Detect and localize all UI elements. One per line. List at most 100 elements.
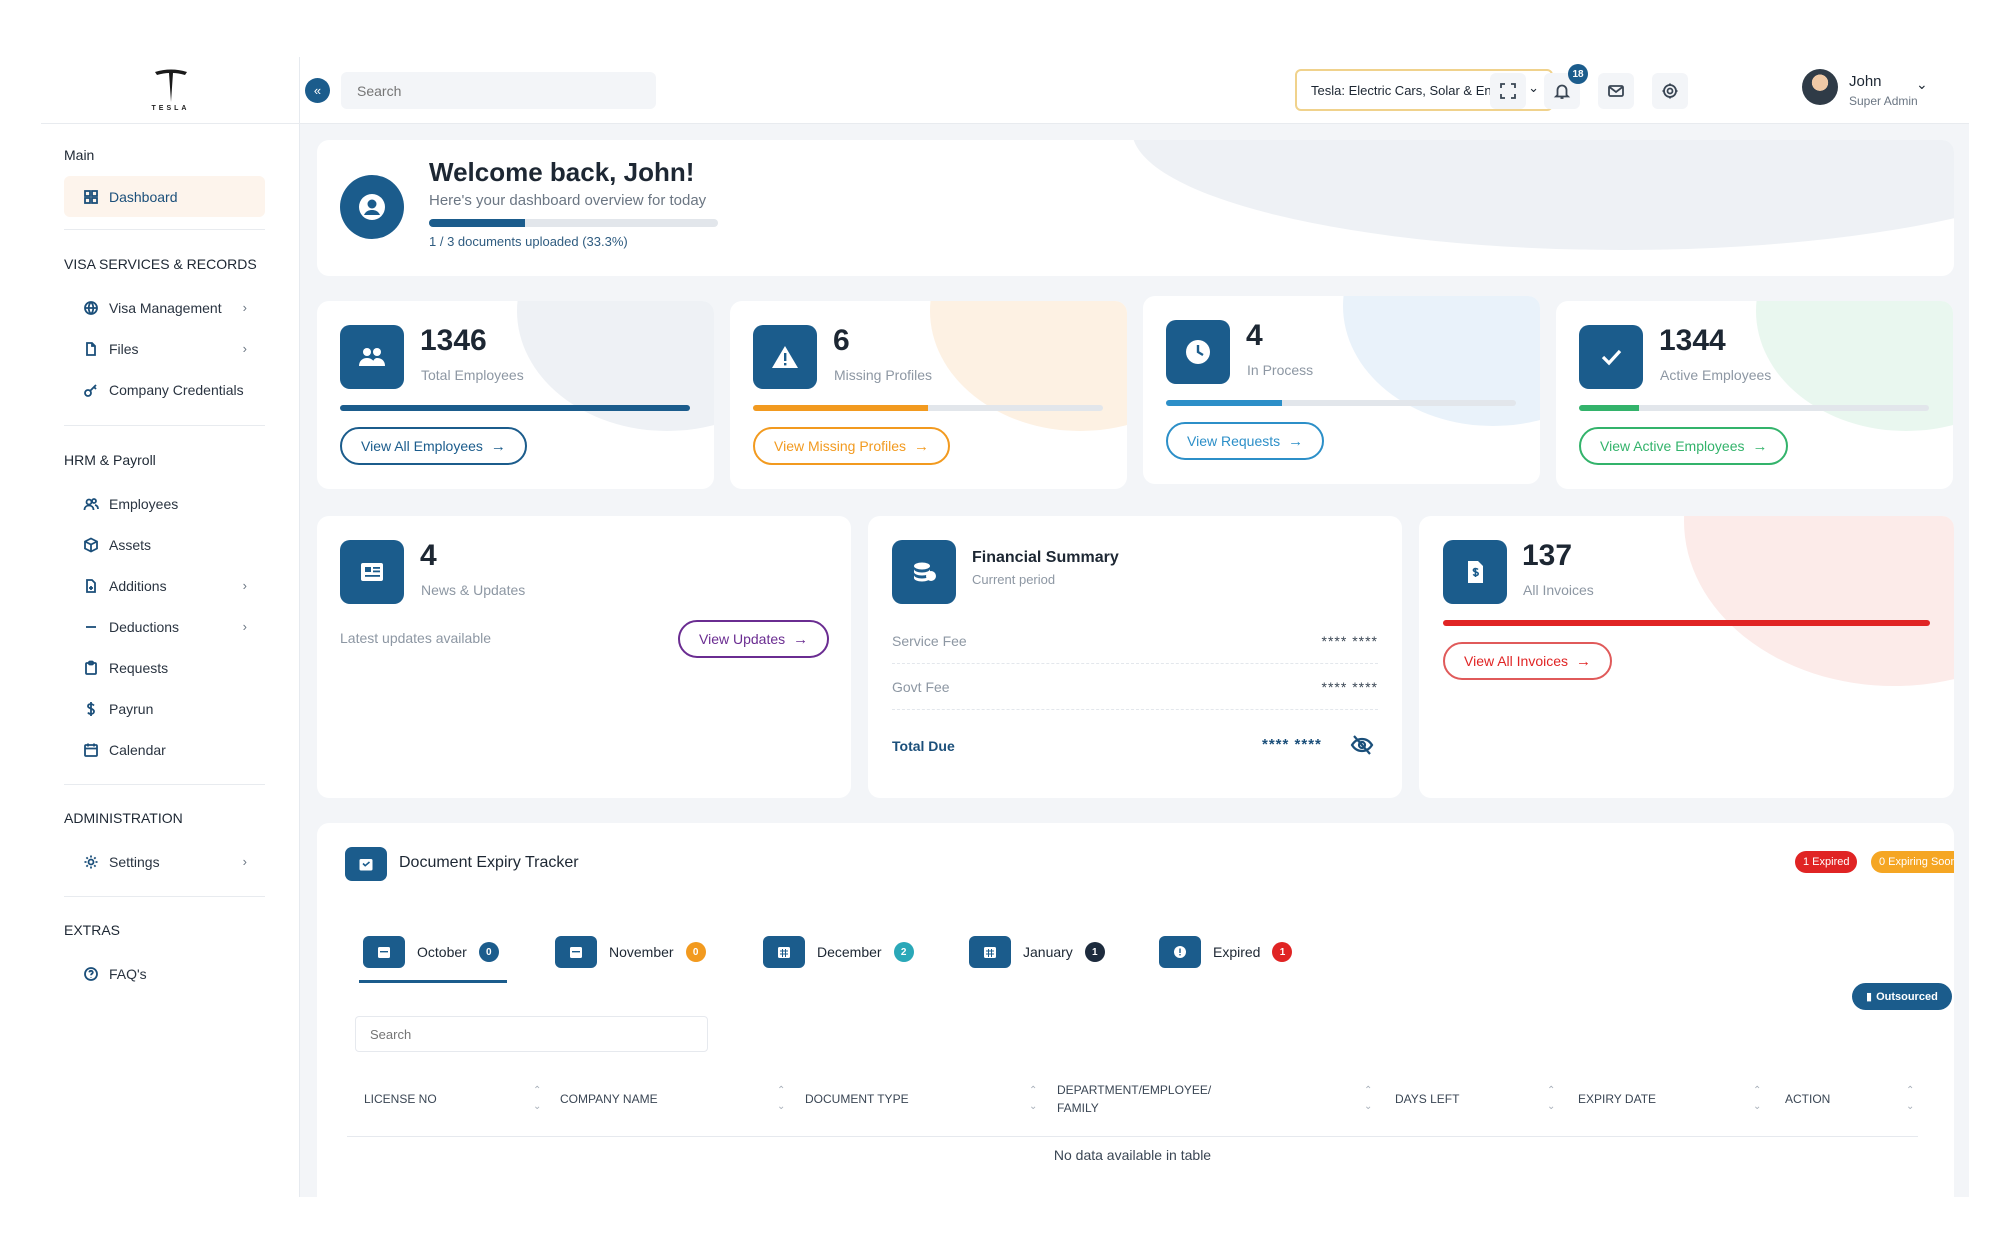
users-icon bbox=[340, 325, 404, 389]
invoices-card: 137 All Invoices View All Invoices → bbox=[1419, 516, 1954, 798]
chevron-right-icon: › bbox=[242, 341, 247, 356]
stat-progress-bar bbox=[1443, 620, 1930, 626]
outsourced-button[interactable]: ▮ Outsourced bbox=[1852, 983, 1952, 1010]
sidebar-item-visa-management[interactable]: Visa Management › bbox=[64, 287, 265, 328]
chevron-down-icon[interactable]: ⌄ bbox=[1916, 76, 1928, 93]
sort-icon[interactable]: ⌃ ⌄ bbox=[1364, 1063, 1372, 1135]
stat-card-in-process: 4 In Process View Requests → bbox=[1143, 296, 1540, 484]
stat-value: 137 bbox=[1522, 539, 1573, 572]
sidebar-item-label: Payrun bbox=[109, 700, 154, 717]
arrow-right-icon: → bbox=[1752, 437, 1768, 455]
arrow-right-icon: → bbox=[1576, 652, 1592, 670]
sidebar-item-employees[interactable]: Employees bbox=[64, 483, 265, 524]
view-updates-button[interactable]: View Updates → bbox=[678, 620, 830, 658]
tab-november[interactable]: November 0 bbox=[555, 935, 706, 969]
toggle-visibility-button[interactable] bbox=[1348, 731, 1376, 759]
sidebar-item-payrun[interactable]: Payrun bbox=[64, 688, 265, 729]
clock-icon bbox=[1166, 320, 1230, 384]
messages-button[interactable] bbox=[1598, 73, 1634, 109]
sidebar-item-requests[interactable]: Requests bbox=[64, 647, 265, 688]
tab-label: January bbox=[1023, 944, 1073, 960]
sidebar-item-label: Company Credentials bbox=[109, 381, 244, 398]
row-label: Service Fee bbox=[892, 632, 967, 649]
brand-logo[interactable]: TESLA bbox=[41, 57, 300, 124]
gear-icon bbox=[1662, 83, 1678, 99]
stat-progress-fill bbox=[753, 405, 928, 411]
chevron-right-icon: › bbox=[242, 300, 247, 315]
stat-label: All Invoices bbox=[1523, 582, 1594, 598]
column-header-license-no[interactable]: License No bbox=[364, 1063, 437, 1135]
column-header-company-name[interactable]: Company Name bbox=[560, 1063, 658, 1135]
invoice-icon bbox=[1443, 540, 1507, 604]
welcome-subtitle: Here's your dashboard overview for today bbox=[429, 192, 707, 209]
sort-icon[interactable]: ⌃ ⌄ bbox=[1547, 1063, 1555, 1135]
app-window: TESLA Main Dashboard VISA SERVICES & REC… bbox=[41, 57, 1969, 1197]
financial-summary-title: Financial Summary bbox=[972, 549, 1119, 566]
stat-value: 1344 bbox=[1659, 324, 1726, 357]
user-avatar[interactable] bbox=[1802, 69, 1838, 105]
sidebar-item-additions[interactable]: Additions › bbox=[64, 565, 265, 606]
globe-icon bbox=[84, 300, 98, 315]
tab-december[interactable]: December 2 bbox=[763, 935, 914, 969]
sidebar-item-company-credentials[interactable]: Company Credentials bbox=[64, 369, 265, 410]
stat-value: 1346 bbox=[420, 324, 487, 357]
sidebar-item-assets[interactable]: Assets bbox=[64, 524, 265, 565]
tab-count-badge: 1 bbox=[1272, 942, 1293, 962]
sidebar-item-label: Deductions bbox=[109, 618, 180, 635]
sidebar-item-label: Files bbox=[109, 340, 139, 357]
tab-count-badge: 2 bbox=[893, 942, 914, 962]
stat-progress-bar bbox=[1166, 400, 1516, 406]
upload-progress-text: 1 / 3 documents uploaded (33.3%) bbox=[429, 234, 628, 249]
notifications-button[interactable]: 18 bbox=[1544, 64, 1588, 109]
collapse-sidebar-button[interactable]: « bbox=[305, 78, 330, 103]
column-header-document-type[interactable]: Document Type bbox=[805, 1063, 909, 1135]
sidebar-item-deductions[interactable]: Deductions › bbox=[64, 606, 265, 647]
global-search-input[interactable] bbox=[341, 72, 656, 109]
newspaper-icon bbox=[340, 540, 404, 604]
fullscreen-button[interactable] bbox=[1490, 73, 1526, 109]
column-header-action[interactable]: Action bbox=[1785, 1063, 1830, 1135]
sidebar-item-files[interactable]: Files › bbox=[64, 328, 265, 369]
stat-value: 4 bbox=[420, 539, 437, 572]
tab-october[interactable]: October 0 bbox=[363, 935, 499, 969]
sort-icon[interactable]: ⌃ ⌄ bbox=[533, 1063, 541, 1135]
sidebar-item-calendar[interactable]: Calendar bbox=[64, 729, 265, 770]
welcome-title: Welcome back, John! bbox=[429, 157, 695, 187]
sort-icon[interactable]: ⌃ ⌄ bbox=[1753, 1063, 1761, 1135]
expired-count-tag: 1 Expired bbox=[1795, 851, 1858, 873]
view-all-employees-button[interactable]: View All Employees → bbox=[340, 427, 527, 465]
table-search-input[interactable] bbox=[355, 1016, 708, 1052]
sort-icon[interactable]: ⌃ ⌄ bbox=[1906, 1063, 1914, 1135]
view-requests-button[interactable]: View Requests → bbox=[1166, 422, 1325, 460]
arrow-right-icon: → bbox=[1288, 432, 1304, 450]
users-icon bbox=[83, 497, 99, 510]
arrow-right-icon: → bbox=[914, 437, 930, 455]
column-header-department[interactable]: Department/Employee/ Family bbox=[1057, 1063, 1247, 1135]
dollar-icon bbox=[87, 701, 95, 716]
sidebar-item-settings[interactable]: Settings › bbox=[64, 841, 265, 882]
tab-january[interactable]: January 1 bbox=[969, 935, 1105, 969]
sort-icon[interactable]: ⌃ ⌄ bbox=[1029, 1063, 1037, 1135]
sidebar-item-dashboard[interactable]: Dashboard bbox=[64, 176, 265, 217]
view-missing-profiles-button[interactable]: View Missing Profiles → bbox=[753, 427, 951, 465]
sidebar-divider bbox=[64, 425, 265, 426]
settings-button[interactable] bbox=[1652, 73, 1688, 109]
chevron-right-icon: › bbox=[242, 578, 247, 593]
building-icon: ▮ bbox=[1866, 991, 1873, 1003]
table-header-divider bbox=[347, 1136, 1918, 1137]
view-active-employees-button[interactable]: View Active Employees → bbox=[1579, 427, 1789, 465]
decorative-swoosh bbox=[1343, 296, 1540, 426]
tab-expired[interactable]: Expired 1 bbox=[1159, 935, 1293, 969]
sidebar-item-label: Employees bbox=[109, 495, 179, 512]
arrow-right-icon: → bbox=[490, 437, 506, 455]
sidebar: TESLA Main Dashboard VISA SERVICES & REC… bbox=[41, 57, 300, 1197]
button-label: View All Employees bbox=[361, 438, 483, 454]
column-header-days-left[interactable]: Days Left bbox=[1395, 1063, 1459, 1135]
sort-icon[interactable]: ⌃ ⌄ bbox=[777, 1063, 785, 1135]
chevron-right-icon: › bbox=[242, 854, 247, 869]
sidebar-item-faqs[interactable]: FAQ's bbox=[64, 953, 265, 994]
view-all-invoices-button[interactable]: View All Invoices → bbox=[1443, 642, 1613, 680]
column-header-expiry-date[interactable]: Expiry Date bbox=[1578, 1063, 1656, 1135]
decorative-swoosh bbox=[1132, 140, 1954, 250]
user-name[interactable]: John bbox=[1849, 73, 1882, 90]
